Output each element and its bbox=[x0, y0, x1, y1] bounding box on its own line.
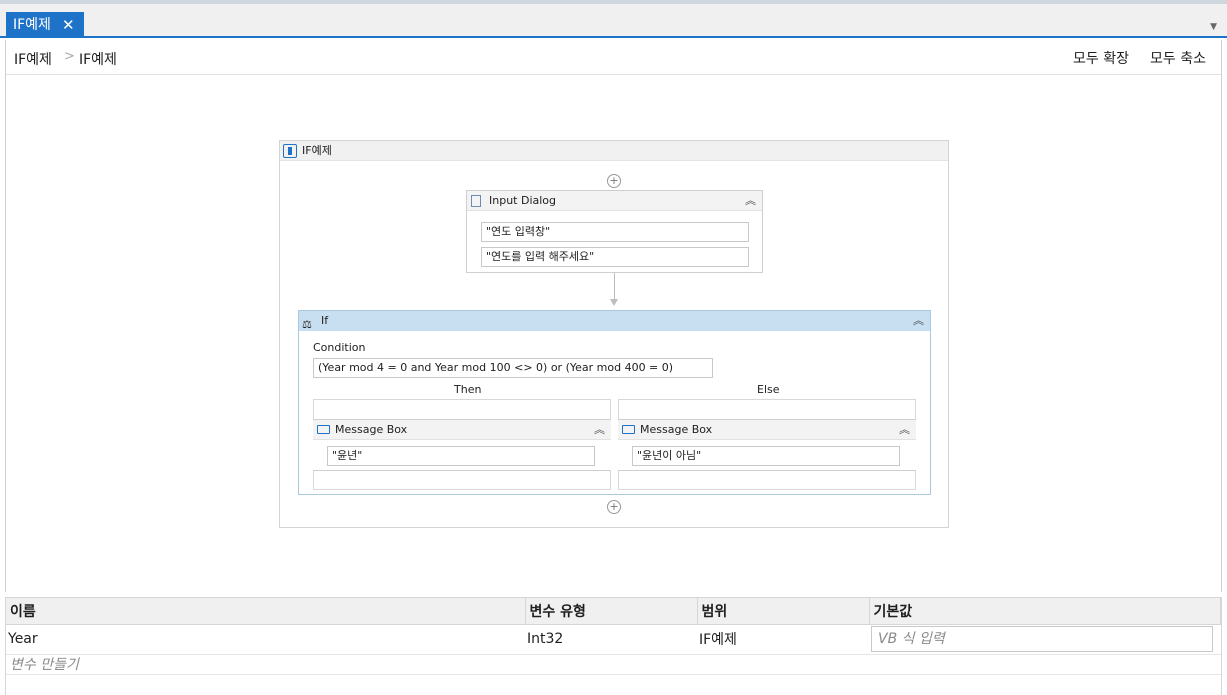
breadcrumb-item-current[interactable]: IF예제 bbox=[79, 49, 117, 69]
dialog-label-field[interactable]: "연도를 입력 해주세요" bbox=[481, 247, 749, 267]
then-message-box[interactable]: Message Box ︽ "윤년" bbox=[313, 419, 611, 471]
add-activity-bottom-icon[interactable]: + bbox=[607, 500, 621, 514]
breadcrumb-separator: > bbox=[64, 49, 75, 64]
variables-table: 이름 변수 유형 범위 기본값 Year Int32 IF예제 VB 식 입력 bbox=[6, 598, 1221, 655]
sequence-icon bbox=[283, 144, 297, 158]
column-header-scope[interactable]: 범위 bbox=[697, 598, 870, 625]
tab-title: IF예제 bbox=[13, 17, 51, 33]
variable-name-cell[interactable]: Year bbox=[6, 624, 525, 655]
connector-arrow bbox=[610, 299, 618, 306]
variable-default-cell[interactable]: VB 식 입력 bbox=[869, 624, 1221, 655]
tab-if-example[interactable]: IF예제 ✕ bbox=[6, 12, 84, 38]
if-icon: ⚖ bbox=[302, 318, 312, 331]
collapse-icon[interactable]: ︽ bbox=[913, 311, 924, 331]
else-branch[interactable]: Message Box ︽ "윤년이 아님" bbox=[618, 399, 916, 490]
sequence-title: IF예제 bbox=[302, 144, 332, 157]
else-label: Else bbox=[757, 383, 780, 396]
collapse-icon[interactable]: ︽ bbox=[899, 420, 910, 440]
default-value-input[interactable]: VB 식 입력 bbox=[871, 626, 1213, 652]
create-variable-link[interactable]: 변수 만들기 bbox=[6, 655, 1221, 675]
variable-type-cell[interactable]: Int32 bbox=[525, 624, 697, 655]
message-icon bbox=[622, 425, 635, 434]
breadcrumb: IF예제 > IF예제 모두 확장 모두 축소 bbox=[6, 40, 1221, 75]
sequence-header: IF예제 bbox=[280, 141, 948, 161]
input-dialog-title: Input Dialog bbox=[489, 194, 557, 207]
message-box-header: Message Box ︽ bbox=[618, 420, 916, 440]
column-header-type[interactable]: 변수 유형 bbox=[525, 598, 698, 625]
column-header-default[interactable]: 기본값 bbox=[869, 598, 1221, 625]
message-box-title: Message Box bbox=[640, 423, 713, 436]
dialog-title-field[interactable]: "연도 입력창" bbox=[481, 222, 749, 242]
message-box-title: Message Box bbox=[335, 423, 408, 436]
close-icon[interactable]: ✕ bbox=[62, 12, 75, 38]
variable-scope-cell[interactable]: IF예제 bbox=[697, 624, 869, 655]
condition-label: Condition bbox=[313, 341, 366, 354]
collapse-all-button[interactable]: 모두 축소 bbox=[1150, 48, 1206, 68]
variables-panel: 이름 변수 유형 범위 기본값 Year Int32 IF예제 VB 식 입력 … bbox=[5, 597, 1222, 695]
if-header: ⚖ If ︽ bbox=[299, 311, 930, 331]
condition-input[interactable]: (Year mod 4 = 0 and Year mod 100 <> 0) o… bbox=[313, 358, 713, 378]
then-label: Then bbox=[454, 383, 482, 396]
message-text-field[interactable]: "윤년" bbox=[327, 446, 595, 466]
table-row[interactable]: Year Int32 IF예제 VB 식 입력 bbox=[6, 624, 1221, 655]
input-dialog-header: Input Dialog ︽ bbox=[467, 191, 762, 211]
collapse-icon[interactable]: ︽ bbox=[745, 191, 756, 211]
if-activity[interactable]: ⚖ If ︽ Condition (Year mod 4 = 0 and Yea… bbox=[298, 310, 931, 495]
input-dialog-activity[interactable]: Input Dialog ︽ "연도 입력창" "연도를 입력 해주세요" bbox=[466, 190, 763, 273]
document-icon bbox=[471, 195, 481, 207]
then-branch[interactable]: Message Box ︽ "윤년" bbox=[313, 399, 611, 490]
chevron-down-icon[interactable]: ▼ bbox=[1210, 22, 1217, 32]
breadcrumb-item-root[interactable]: IF예제 bbox=[14, 49, 52, 69]
if-title: If bbox=[321, 314, 329, 327]
workflow-designer: IF예제 > IF예제 모두 확장 모두 축소 IF예제 + Input Dia… bbox=[5, 40, 1222, 592]
tab-bar: IF예제 ✕ ▼ bbox=[0, 4, 1227, 38]
message-icon bbox=[317, 425, 330, 434]
else-message-box[interactable]: Message Box ︽ "윤년이 아님" bbox=[618, 419, 916, 471]
collapse-icon[interactable]: ︽ bbox=[594, 420, 605, 440]
message-text-field[interactable]: "윤년이 아님" bbox=[632, 446, 900, 466]
message-box-header: Message Box ︽ bbox=[313, 420, 611, 440]
column-header-name[interactable]: 이름 bbox=[6, 598, 526, 625]
add-activity-top-icon[interactable]: + bbox=[607, 174, 621, 188]
expand-all-button[interactable]: 모두 확장 bbox=[1073, 48, 1129, 68]
